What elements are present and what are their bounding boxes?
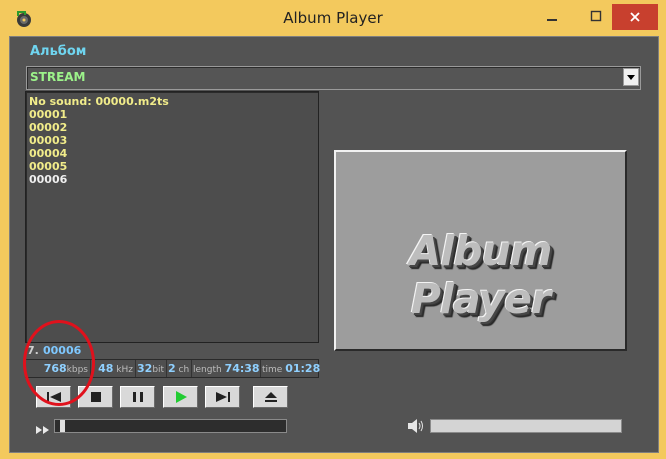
next-button[interactable] (205, 386, 240, 408)
playlist-item[interactable]: No sound: 00000.m2ts (29, 95, 169, 108)
close-button[interactable] (612, 4, 658, 30)
pause-icon (132, 392, 143, 402)
channels-unit: ch (178, 365, 190, 375)
album-select[interactable]: STREAM (26, 66, 641, 90)
album-art: Album Player (334, 150, 627, 351)
time-cell: time 01:28 (262, 360, 321, 377)
playlist[interactable]: No sound: 00000.m2ts 00001 00002 00003 0… (25, 91, 319, 343)
playlist-item[interactable]: 00001 (29, 108, 67, 121)
length-value: 74:38 (224, 362, 260, 375)
close-icon (630, 12, 640, 22)
playlist-item[interactable]: 00005 (29, 160, 67, 173)
stop-icon (90, 392, 101, 402)
pause-button[interactable] (120, 386, 155, 408)
maximize-button[interactable] (578, 2, 614, 30)
samplerate-value: 48 (98, 362, 114, 375)
playlist-item[interactable]: 00002 (29, 121, 67, 134)
play-button[interactable] (163, 386, 198, 408)
time-label: time (262, 365, 283, 375)
highlight-annotation (23, 320, 95, 406)
time-value: 01:28 (285, 362, 321, 375)
seek-slider[interactable] (54, 419, 287, 433)
playlist-item[interactable]: 00004 (29, 147, 67, 160)
play-icon (175, 391, 187, 403)
speaker-icon[interactable] (407, 418, 425, 437)
volume-level (431, 420, 621, 432)
samplerate-cell: 48 kHz (92, 360, 136, 377)
title-bar[interactable]: Album Player (0, 0, 666, 36)
eject-icon (264, 392, 277, 402)
channels-cell: 2 ch (168, 360, 192, 377)
album-art-logo: Album Player (409, 227, 552, 323)
bits-value: 32 (137, 362, 153, 375)
album-player-window: Album Player Альбом STREAM No sound: 000… (0, 0, 666, 459)
volume-slider[interactable] (430, 419, 622, 433)
chevron-down-icon[interactable] (623, 68, 639, 86)
channels-value: 2 (168, 362, 176, 375)
playlist-item[interactable]: 00006 (29, 173, 67, 186)
length-label: length (193, 365, 222, 375)
minimize-icon (547, 19, 557, 21)
fast-forward-icon (35, 420, 51, 439)
bits-cell: 32bit (137, 360, 167, 377)
maximize-icon (590, 10, 602, 22)
samplerate-unit: kHz (116, 365, 133, 375)
seek-thumb[interactable] (60, 420, 65, 432)
album-label: Альбом (30, 44, 87, 59)
eject-button[interactable] (253, 386, 288, 408)
player-body: Альбом STREAM No sound: 00000.m2ts 00001… (9, 36, 659, 453)
playlist-item[interactable]: 00003 (29, 134, 67, 147)
minimize-button[interactable] (534, 2, 570, 30)
album-select-value: STREAM (30, 70, 86, 84)
next-icon (215, 392, 230, 402)
bits-unit: bit (152, 365, 165, 375)
length-cell: length 74:38 (193, 360, 261, 377)
